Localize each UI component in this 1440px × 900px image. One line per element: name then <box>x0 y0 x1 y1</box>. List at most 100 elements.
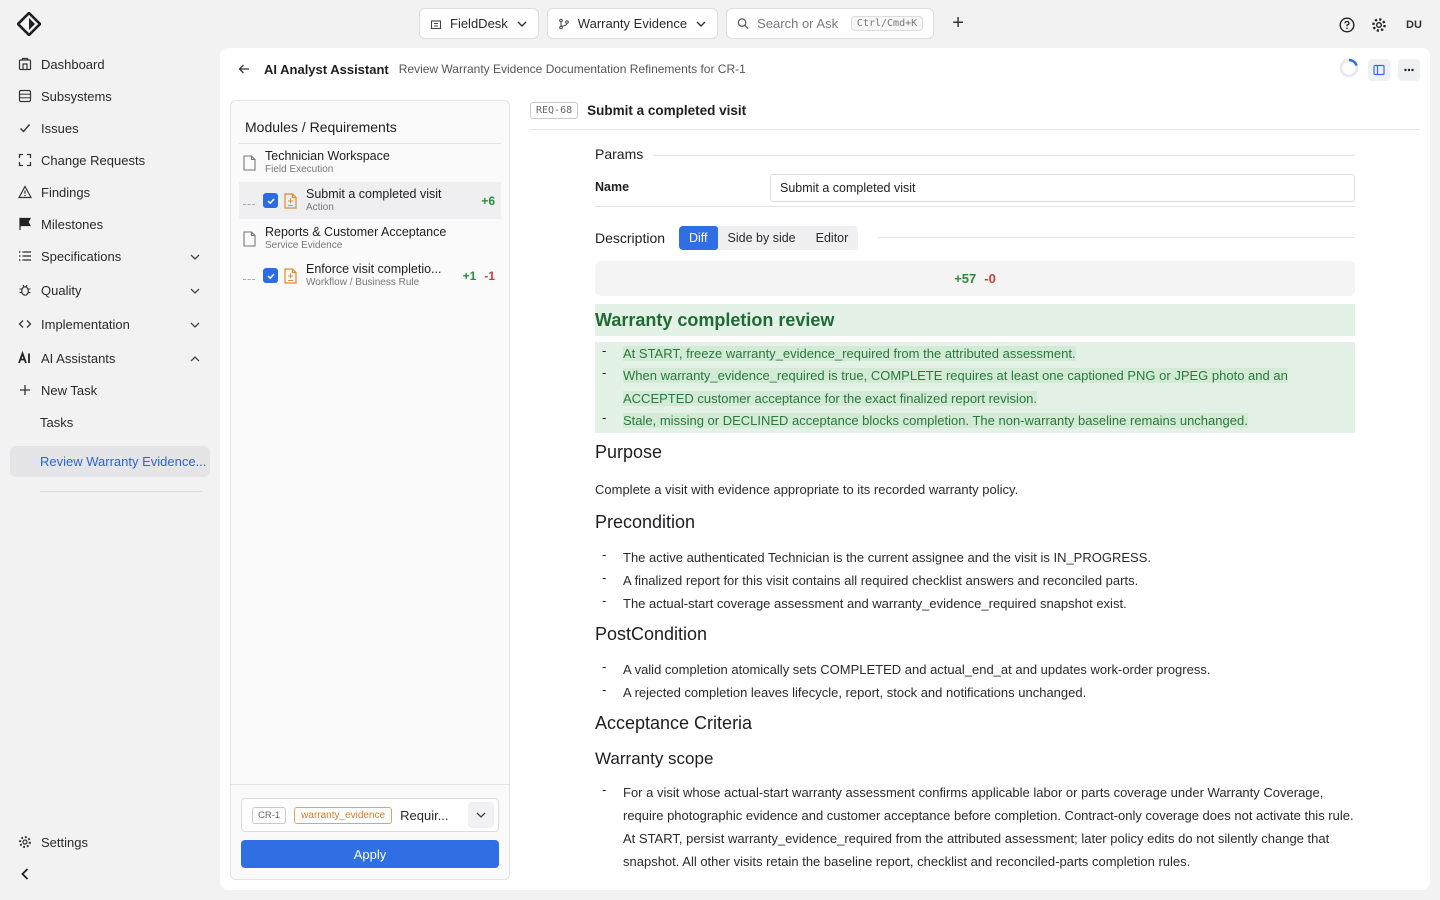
sidebar-item-change-requests[interactable]: Change Requests <box>10 144 210 176</box>
sidebar-divider <box>40 491 202 492</box>
module-name: Reports & Customer Acceptance <box>265 225 447 239</box>
add-icon[interactable]: + <box>946 12 970 36</box>
document-icon <box>243 230 257 247</box>
back-arrow-icon[interactable] <box>236 61 252 77</box>
ai-icon <box>18 351 32 365</box>
sidebar-item-implementation[interactable]: Implementation <box>10 308 210 340</box>
sidebar-item-current-task[interactable]: Review Warranty Evidence... <box>10 446 210 477</box>
requirement-short-label: Requir... <box>400 807 449 823</box>
sidebar-item-findings[interactable]: Findings <box>10 176 210 208</box>
plus-icon <box>18 383 32 397</box>
sidebar-item-tasks[interactable]: Tasks <box>10 406 210 438</box>
building-icon <box>430 18 442 30</box>
sidebar-item-ai-assistants[interactable]: AI Assistants <box>10 342 210 374</box>
cr-tag: CR-1 <box>252 806 287 824</box>
branch-name: Warranty Evidence <box>577 16 688 31</box>
task-header: AI Analyst Assistant Review Warranty Evi… <box>220 48 1430 90</box>
modified-document-icon <box>284 192 298 209</box>
sidebar-item-label: Subsystems <box>41 88 112 104</box>
task-title: Review Warranty Evidence Documentation R… <box>398 62 746 76</box>
list-icon <box>18 249 32 263</box>
requirement-checkbox[interactable] <box>263 268 278 283</box>
dashboard-icon <box>18 57 32 71</box>
module-row-technician-workspace[interactable]: Technician Workspace Field Execution <box>239 144 501 181</box>
requirement-title: Submit a completed visit <box>587 103 747 118</box>
sidebar-item-label: Change Requests <box>41 152 146 168</box>
sidebar-item-label: Issues <box>41 120 79 136</box>
branch-selector[interactable]: Warranty Evidence <box>546 8 719 39</box>
list-item: - When warranty_evidence_required is true… <box>602 365 1288 406</box>
sidebar-item-label: New Task <box>41 382 98 398</box>
requirement-type: Action <box>306 201 334 213</box>
requirement-name: Submit a completed visit <box>306 187 442 201</box>
module-row-reports-acceptance[interactable]: Reports & Customer Acceptance Service Ev… <box>239 220 501 257</box>
chevron-down-icon <box>695 18 707 30</box>
avatar[interactable]: DU <box>1402 13 1426 37</box>
tab-editor[interactable]: Editor <box>806 226 859 250</box>
app-logo[interactable] <box>16 11 42 37</box>
added-list: - At START, freeze warranty_evidence_requ… <box>595 342 1355 433</box>
chevron-down-icon[interactable] <box>468 802 494 828</box>
chevron-down-icon <box>190 284 200 294</box>
list-item: -A finalized report for this visit conta… <box>602 570 1139 588</box>
sidebar-item-quality[interactable]: Quality <box>10 274 210 306</box>
loading-spinner-icon <box>1338 57 1360 82</box>
sidebar-item-specifications[interactable]: Specifications <box>10 240 210 272</box>
change-request-selector[interactable]: CR-1 warranty_evidence Requir... <box>241 798 499 832</box>
database-icon <box>18 89 32 103</box>
requirement-id: REQ-68 <box>530 102 579 119</box>
sidebar-item-label: Tasks <box>40 414 74 430</box>
gear-icon[interactable] <box>1370 16 1388 34</box>
more-options-icon[interactable] <box>1398 58 1420 81</box>
sidebar-item-milestones[interactable]: Milestones <box>10 208 210 240</box>
module-name: Technician Workspace <box>265 149 390 163</box>
sidebar-item-label: Quality <box>41 282 82 298</box>
description-label: Description <box>595 230 666 246</box>
tab-side-by-side[interactable]: Side by side <box>718 226 806 250</box>
description-view-tabs: Diff Side by side Editor <box>679 226 859 250</box>
project-selector[interactable]: FieldDesk <box>419 8 539 39</box>
panel-toggle-icon[interactable] <box>1368 58 1390 81</box>
acceptance-criteria-heading: Acceptance Criteria <box>595 713 753 733</box>
help-icon[interactable] <box>1338 16 1356 34</box>
tab-diff[interactable]: Diff <box>679 226 718 250</box>
added-count: +6 <box>481 193 495 208</box>
list-item: - At START, freeze warranty_evidence_requ… <box>602 343 1076 361</box>
search-input[interactable]: Search or Ask Ctrl/Cmd+K <box>726 8 935 39</box>
purpose-heading: Purpose <box>595 442 663 462</box>
chevron-down-icon <box>190 318 200 328</box>
evidence-tag: warranty_evidence <box>294 806 393 824</box>
modules-title: Modules / Requirements <box>245 119 397 135</box>
sidebar-item-dashboard[interactable]: Dashboard <box>10 48 210 80</box>
requirement-row-enforce-visit[interactable]: Enforce visit completio... Workflow / Bu… <box>239 257 501 294</box>
expand-icon <box>18 153 32 167</box>
bug-icon <box>18 283 32 297</box>
sidebar-item-new-task[interactable]: New Task <box>10 374 210 406</box>
warning-icon <box>18 185 32 199</box>
lines-added: +57 <box>954 271 977 286</box>
list-item: -A valid completion atomically sets COMP… <box>602 659 1211 677</box>
sidebar-item-settings[interactable]: Settings <box>10 826 210 858</box>
list-item: - The actual-start coverage assessment an… <box>602 593 1127 611</box>
requirement-checkbox[interactable] <box>263 193 278 208</box>
apply-button[interactable]: Apply <box>241 840 499 868</box>
purpose-text: Complete a visit with evidence appropria… <box>595 482 1019 497</box>
precondition-heading: Precondition <box>595 512 696 532</box>
sidebar-item-label: Milestones <box>41 216 104 232</box>
code-icon <box>18 317 32 331</box>
module-subtitle: Field Execution <box>265 163 334 175</box>
sidebar-item-subsystems[interactable]: Subsystems <box>10 80 210 112</box>
collapse-sidebar-button[interactable] <box>10 858 210 890</box>
requirement-name: Enforce visit completio... <box>306 262 442 276</box>
requirement-header: REQ-68 Submit a completed visit <box>530 100 1420 130</box>
requirement-row-submit-visit[interactable]: Submit a completed visit Action +6 <box>239 182 501 219</box>
module-subtitle: Service Evidence <box>265 239 343 251</box>
modified-document-icon <box>284 267 298 284</box>
gear-icon <box>18 835 32 849</box>
removed-count: -1 <box>484 268 495 283</box>
name-field[interactable]: Submit a completed visit <box>770 174 1355 202</box>
list-item: - For a visit whose actual-start warranty… <box>602 782 1354 869</box>
modules-panel: Modules / Requirements Technician Worksp… <box>230 100 510 880</box>
tree-connector <box>243 204 255 205</box>
sidebar-item-issues[interactable]: Issues <box>10 112 210 144</box>
